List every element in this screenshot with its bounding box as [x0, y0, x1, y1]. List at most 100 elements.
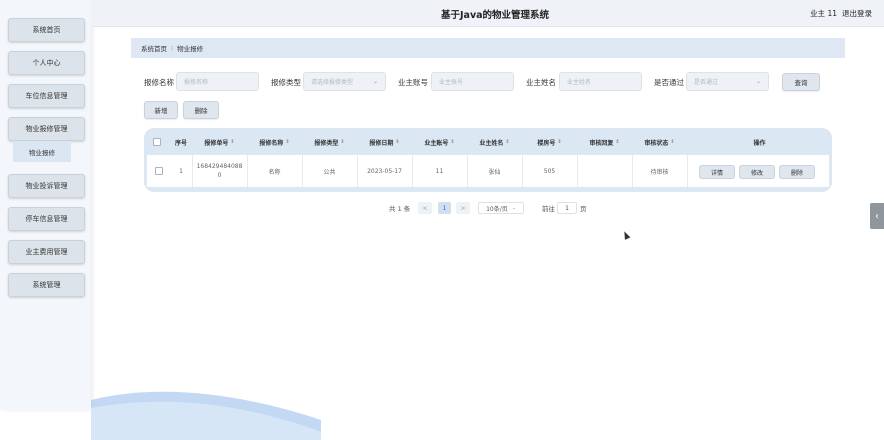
column-header[interactable]: 报修类型 ⇕ [302, 132, 357, 152]
sidebar-item-repair-management[interactable]: 物业报修管理 [8, 117, 85, 141]
breadcrumb-home[interactable]: 系统首页 [141, 43, 167, 53]
page-size-value: 10条/页 [486, 205, 508, 213]
sort-icon[interactable]: ⇕ [557, 139, 561, 145]
sort-icon[interactable]: ⇕ [230, 139, 234, 145]
column-header: 操作 [687, 132, 832, 152]
sort-icon[interactable]: ⇕ [505, 139, 509, 145]
column-header-label: 审核状态 [644, 139, 669, 147]
sidebar-item-parking-management[interactable]: 停车信息管理 [8, 207, 85, 231]
column-header[interactable]: 业主账号 ⇕ [412, 132, 467, 152]
repair-name-input[interactable]: 报修名称 [176, 72, 259, 91]
column-header-label: 报修日期 [369, 139, 394, 147]
column-header[interactable]: 报修单号 ⇕ [192, 132, 247, 152]
cell-account: 11 [412, 155, 467, 187]
chevron-left-icon[interactable]: ‹ [870, 203, 884, 229]
goto-page-input[interactable]: 1 [557, 202, 577, 214]
header-checkbox-cell[interactable] [144, 132, 170, 152]
owner-name-placeholder: 业主姓名 [567, 79, 592, 86]
chevron-down-icon: ⌄ [372, 78, 378, 85]
sidebar-item-complaint-management[interactable]: 物业投诉管理 [8, 174, 85, 198]
user-area: 业主 11 退出登录 [810, 8, 872, 19]
cell-name: 名称 [247, 155, 302, 187]
cell-room: 505 [522, 155, 577, 187]
column-header[interactable]: 楼房号 ⇕ [522, 132, 577, 152]
column-header[interactable]: 报修日期 ⇕ [357, 132, 412, 152]
sidebar-item-fee-management[interactable]: 业主费用管理 [8, 240, 85, 264]
query-button[interactable]: 查询 [782, 73, 820, 91]
breadcrumb-current: 物业报修 [177, 45, 204, 53]
sidebar-item-label: 系统首页 [32, 26, 61, 34]
goto-label: 前往 [542, 205, 555, 213]
column-header-label: 报修类型 [314, 139, 339, 147]
sort-icon[interactable]: ⇕ [615, 139, 619, 145]
sidebar-item-label: 系统管理 [32, 281, 61, 289]
cell-order-no: 168429484088 0 [192, 155, 247, 187]
repair-type-select[interactable]: 请选择报修类型 ⌄ [303, 72, 386, 91]
cell-type: 公共 [302, 155, 357, 187]
sidebar-subitem-label: 物业报修 [29, 148, 55, 157]
sort-icon[interactable]: ⇕ [285, 139, 289, 145]
owner-account-input[interactable]: 业主账号 [431, 72, 514, 91]
logout-link[interactable]: 退出登录 [842, 9, 872, 18]
repair-name-placeholder: 报修名称 [184, 79, 209, 86]
column-header-label: 业主账号 [424, 139, 449, 147]
column-header-label: 报修名称 [259, 139, 284, 147]
column-divider [302, 155, 303, 187]
column-divider [467, 155, 468, 187]
column-header-label: 报修单号 [204, 139, 229, 147]
sort-icon[interactable]: ⇕ [395, 139, 399, 145]
decorative-wave [91, 391, 321, 440]
edit-button[interactable]: 修改 [739, 165, 775, 179]
sidebar-item-label: 业主费用管理 [25, 248, 68, 256]
owner-account-label: 业主账号 [398, 78, 428, 87]
column-header[interactable]: 报修名称 ⇕ [247, 132, 302, 152]
pagination-total: 共 1 条 [389, 205, 411, 213]
sidebar-subitem-repair[interactable]: 物业报修 [13, 141, 71, 162]
sort-icon[interactable]: ⇕ [450, 139, 454, 145]
column-divider [687, 155, 688, 187]
app-title: 基于Java的物业管理系统 [441, 10, 550, 21]
chevron-down-icon: ⌄ [755, 78, 761, 85]
prev-page-button[interactable]: < [418, 202, 432, 214]
page-size-select[interactable]: 10条/页 ⌄ [478, 202, 524, 214]
sidebar: 系统首页 个人中心 车位信息管理 物业报修管理 物业报修 物业投诉管理 停车信息… [0, 0, 91, 410]
add-button[interactable]: 新增 [144, 101, 178, 119]
repair-type-label: 报修类型 [271, 78, 301, 87]
column-header[interactable]: 业主姓名 ⇕ [467, 132, 522, 152]
column-header[interactable]: 审核回复 ⇕ [577, 132, 632, 152]
current-user: 业主 11 [810, 9, 837, 18]
checkbox-icon[interactable] [154, 167, 163, 175]
column-divider [632, 155, 633, 187]
sidebar-item-parking-info[interactable]: 车位信息管理 [8, 84, 85, 108]
approved-select[interactable]: 是否通过 ⌄ [686, 72, 769, 91]
cell-index: 1 [170, 155, 192, 187]
row-checkbox-cell[interactable] [147, 155, 170, 187]
sort-icon[interactable]: ⇕ [670, 139, 674, 145]
column-header-label: 序号 [174, 139, 187, 147]
column-divider [412, 155, 413, 187]
row-delete-button[interactable]: 删除 [779, 165, 815, 179]
sidebar-item-personal-center[interactable]: 个人中心 [8, 51, 85, 75]
column-header[interactable]: 审核状态 ⇕ [632, 132, 687, 152]
next-page-button[interactable]: > [456, 202, 470, 214]
repair-type-placeholder: 请选择报修类型 [311, 79, 354, 86]
column-divider [192, 155, 193, 187]
sidebar-item-system-management[interactable]: 系统管理 [8, 273, 85, 297]
detail-button[interactable]: 详情 [699, 165, 735, 179]
checkbox-icon[interactable] [153, 138, 161, 146]
owner-name-input[interactable]: 业主姓名 [559, 72, 642, 91]
sidebar-item-home[interactable]: 系统首页 [8, 18, 85, 42]
cell-owner: 张仙 [467, 155, 522, 187]
column-header-label: 操作 [753, 139, 766, 147]
column-header: 序号 [170, 132, 192, 152]
sort-icon[interactable]: ⇕ [340, 139, 344, 145]
column-divider [247, 155, 248, 187]
column-header-label: 楼房号 [537, 139, 556, 147]
delete-button[interactable]: 删除 [183, 101, 219, 119]
sidebar-item-label: 车位信息管理 [25, 92, 68, 100]
column-header-label: 业主姓名 [479, 139, 504, 147]
breadcrumb-separator: ⁝ [171, 44, 174, 52]
cell-date: 2023-05-17 [357, 155, 412, 187]
page-number-button[interactable]: 1 [438, 202, 451, 214]
sidebar-item-label: 物业报修管理 [25, 125, 68, 133]
